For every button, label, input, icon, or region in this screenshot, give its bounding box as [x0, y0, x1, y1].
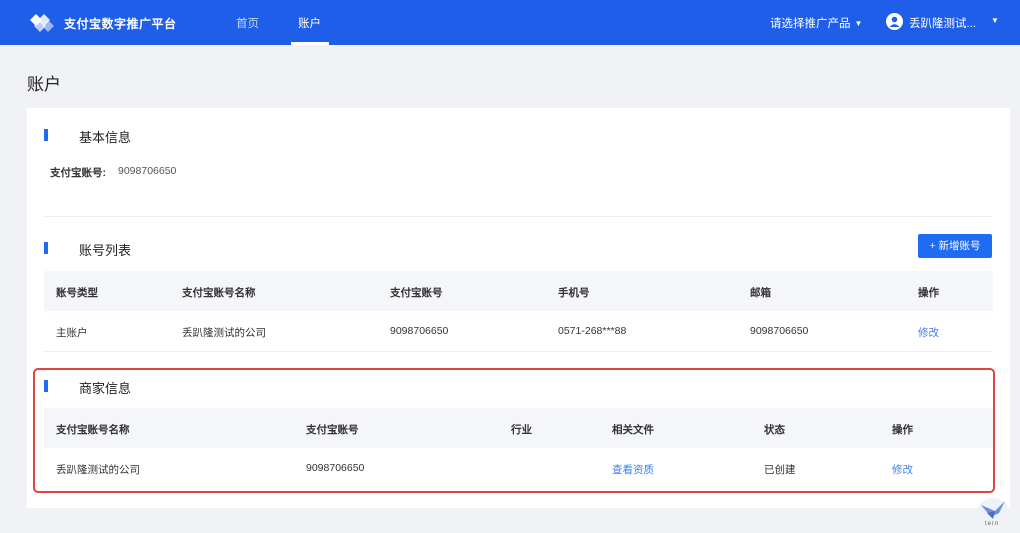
divider: [44, 216, 993, 217]
account-number-cell: 9098706650: [390, 325, 449, 337]
alipay-account-value: 9098706650: [118, 165, 177, 177]
add-account-button[interactable]: + 新增账号: [918, 234, 992, 258]
section-marker: [44, 242, 48, 254]
caret-down-icon: ▼: [854, 19, 863, 28]
merchant-highlight-box: [33, 368, 995, 493]
alipay-account-label: 支付宝账号:: [50, 167, 106, 179]
active-nav-indicator: [291, 42, 329, 45]
email-cell: 9098706650: [750, 325, 809, 337]
column-header: 支付宝账号名称: [182, 287, 256, 299]
column-header: 操作: [918, 287, 939, 299]
user-menu-caret-icon[interactable]: ▼: [991, 16, 999, 25]
column-header: 支付宝账号: [390, 287, 443, 299]
brand-name: 支付宝数字推广平台: [64, 17, 177, 31]
edit-account-link[interactable]: 修改: [918, 325, 939, 340]
nav-account[interactable]: 账户: [298, 15, 321, 31]
watermark-text: tern: [985, 521, 1000, 527]
watermark-logo: tern: [973, 495, 1013, 530]
table-row: 主账户 丢趴隆测试的公司 9098706650 0571-268***88 90…: [44, 311, 993, 352]
account-type-cell: 主账户: [56, 327, 88, 339]
basic-info-title: 基本信息: [79, 130, 132, 145]
product-select-label: 请选择推广产品: [770, 18, 851, 30]
brand-logo-icon: [30, 14, 54, 32]
section-marker: [44, 129, 48, 141]
column-header: 账号类型: [56, 287, 98, 299]
column-header: 邮箱: [750, 287, 771, 299]
account-table-header: 账号类型 支付宝账号名称 支付宝账号 手机号 邮箱 操作: [44, 271, 993, 311]
nav-home[interactable]: 首页: [236, 15, 259, 31]
user-name[interactable]: 丢趴隆测试...: [909, 15, 976, 31]
page-title: 账户: [27, 75, 61, 94]
product-select-dropdown[interactable]: 请选择推广产品 ▼: [770, 15, 862, 31]
account-name-cell: 丢趴隆测试的公司: [182, 327, 266, 339]
phone-cell: 0571-268***88: [558, 325, 627, 337]
top-nav-bar: 支付宝数字推广平台 首页 账户 请选择推广产品 ▼ 丢趴隆测试... ▼: [0, 0, 1020, 45]
avatar[interactable]: [886, 13, 903, 30]
account-list-title: 账号列表: [79, 243, 132, 258]
user-icon: [889, 16, 900, 27]
column-header: 手机号: [558, 287, 590, 299]
